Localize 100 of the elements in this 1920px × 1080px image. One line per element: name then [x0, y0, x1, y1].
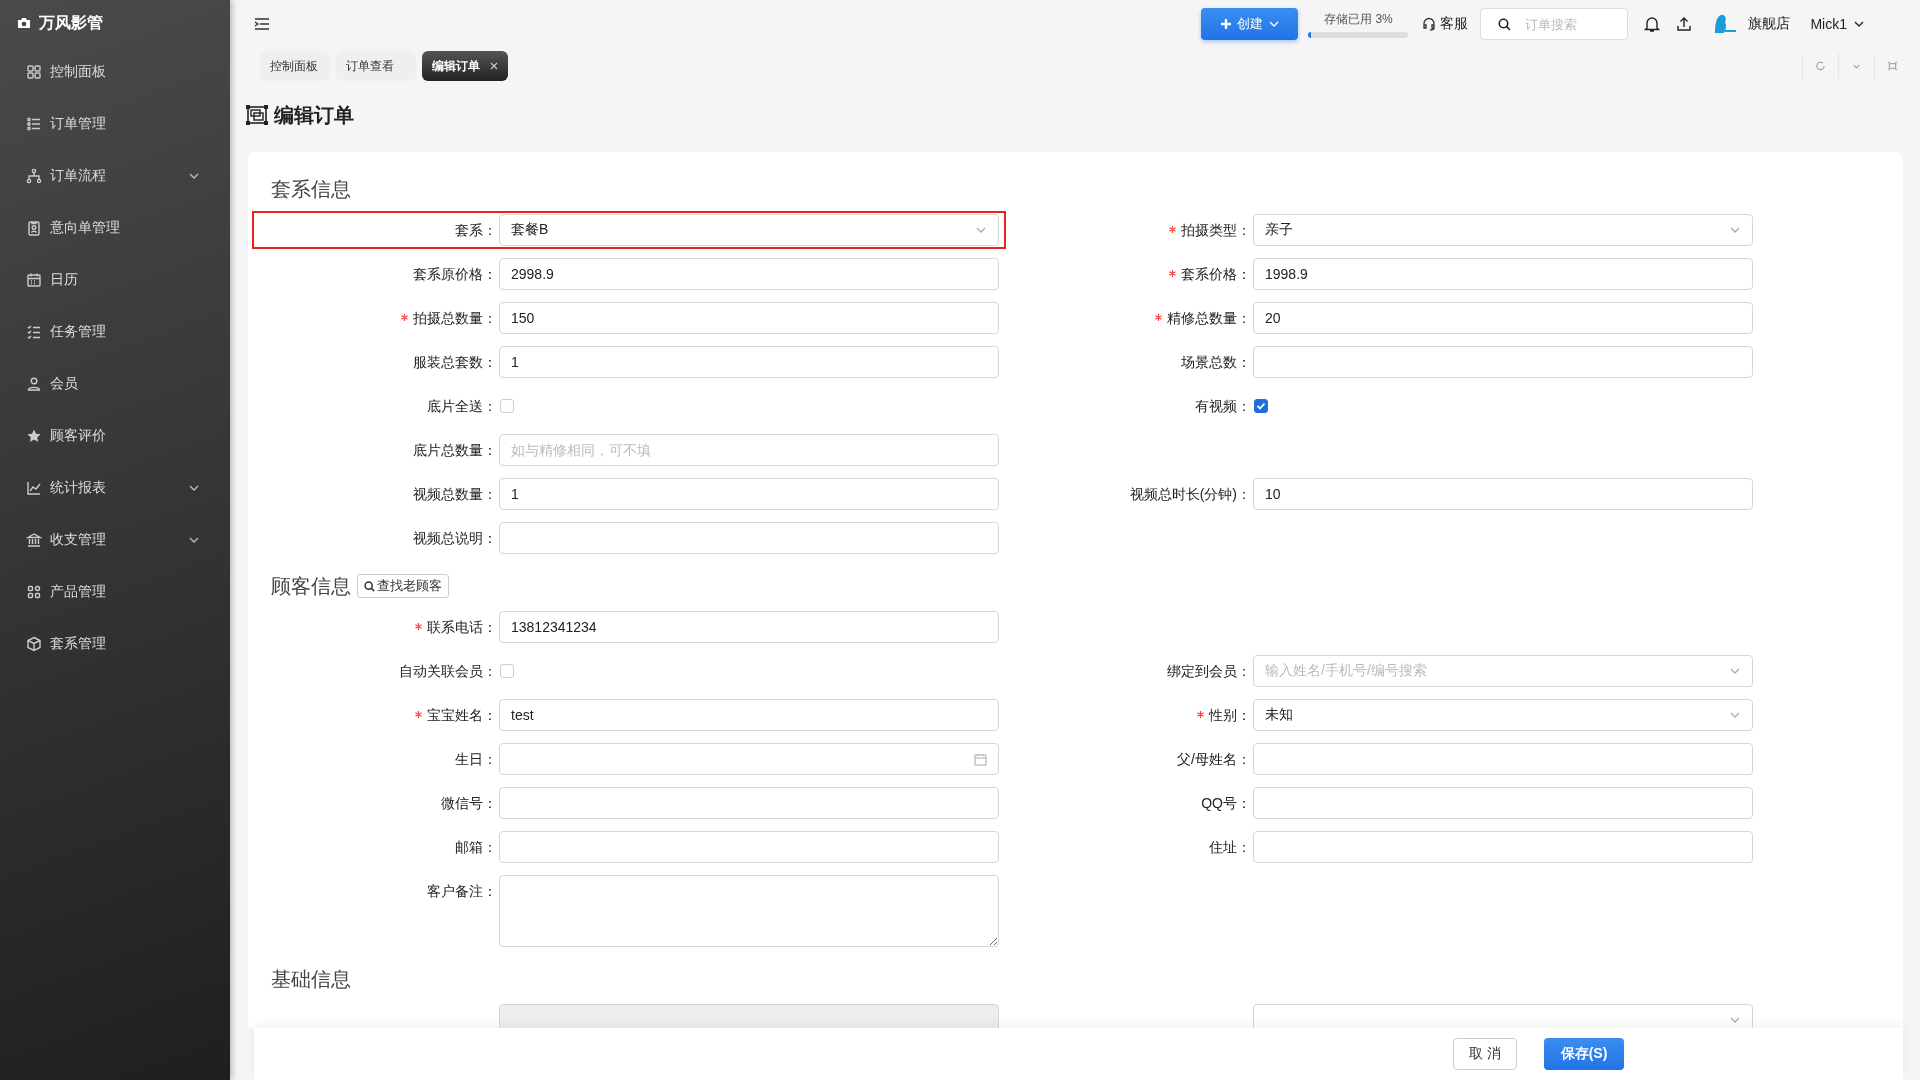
calendar-icon	[974, 752, 987, 766]
text-field[interactable]: 如与精修相同，可不填	[499, 434, 999, 466]
user-menu[interactable]: Mick1	[1810, 16, 1865, 32]
field-label: 父/母姓名：	[1177, 751, 1251, 767]
sidebar-item[interactable]: 意向单管理	[0, 202, 230, 254]
page-title: 编辑订单	[274, 102, 354, 128]
text-area[interactable]	[499, 875, 999, 947]
camera-icon	[17, 17, 31, 29]
text-field[interactable]	[499, 522, 999, 554]
search-icon	[364, 580, 375, 592]
text-field[interactable]	[1253, 831, 1753, 863]
field-label: 套系：	[455, 222, 497, 238]
text-field[interactable]	[499, 787, 999, 819]
frame-icon	[246, 105, 268, 125]
text-field[interactable]: test	[499, 699, 999, 731]
sidebar-item[interactable]: 任务管理	[0, 306, 230, 358]
field-label: 性别：	[1209, 707, 1251, 723]
sidebar-item[interactable]: 产品管理	[0, 566, 230, 618]
checkmark-icon	[1255, 400, 1267, 412]
upload-icon[interactable]	[1676, 16, 1693, 32]
field-label: QQ号：	[1201, 795, 1251, 811]
field-label: 底片全送：	[427, 398, 497, 414]
sidebar-item[interactable]: 订单管理	[0, 98, 230, 150]
section-title: 基础信息	[271, 966, 351, 992]
text-field[interactable]	[1253, 787, 1753, 819]
text-field[interactable]	[499, 831, 999, 863]
sidebar-item[interactable]: 顾客评价	[0, 410, 230, 462]
sidebar-item[interactable]: 订单流程	[0, 150, 230, 202]
field-label: 住址：	[1209, 839, 1251, 855]
sidebar-item[interactable]: 控制面板	[0, 46, 230, 98]
date-field[interactable]	[499, 743, 999, 775]
tab[interactable]: 控制面板	[260, 51, 330, 81]
field-label: 场景总数：	[1181, 354, 1251, 370]
text-field[interactable]: 1	[499, 478, 999, 510]
sidebar-item[interactable]: 日历	[0, 254, 230, 306]
star-icon	[26, 428, 42, 444]
checklist-icon	[26, 324, 42, 340]
store-name: 旗舰店	[1748, 15, 1791, 33]
bell-icon[interactable]	[1644, 15, 1661, 33]
field-label: 绑定到会员：	[1167, 663, 1251, 679]
find-customer-button[interactable]: 查找老顾客	[357, 574, 449, 598]
select-field[interactable]: 未知	[1253, 699, 1753, 731]
menu-icon[interactable]	[254, 17, 270, 31]
grid-icon	[26, 64, 42, 80]
sidebar-item[interactable]: 统计报表	[0, 462, 230, 514]
search-field[interactable]: 订单搜索	[1480, 8, 1629, 40]
text-field[interactable]: 2998.9	[499, 258, 999, 290]
plus-icon	[1219, 18, 1232, 30]
field-label: 微信号：	[441, 795, 497, 811]
sidebar-item[interactable]: 收支管理	[0, 514, 230, 566]
apps-icon	[26, 584, 42, 600]
field-label: 生日：	[455, 751, 497, 767]
text-field[interactable]: 150	[499, 302, 999, 334]
field-label: 套系价格：	[1181, 266, 1251, 282]
app-name: 万风影管	[39, 12, 103, 33]
sidebar-item[interactable]: 套系管理	[0, 618, 230, 670]
field-label: 服装总套数：	[413, 354, 497, 370]
field-label: 视频总时长(分钟)：	[1129, 486, 1251, 502]
text-field[interactable]: 13812341234	[499, 611, 999, 643]
field-label: 联系电话：	[427, 619, 497, 635]
calendar-icon	[26, 272, 42, 288]
logo-icon	[1712, 13, 1739, 35]
service-link[interactable]: 客服	[1422, 15, 1469, 33]
close-icon[interactable]	[490, 62, 498, 70]
field-label: 邮箱：	[455, 839, 497, 855]
section-title: 顾客信息	[271, 573, 351, 599]
field-label: 拍摄总数量：	[413, 310, 497, 326]
text-field[interactable]: 10	[1253, 478, 1753, 510]
select-field[interactable]	[1253, 1004, 1753, 1028]
save-button[interactable]: 保存(S)	[1544, 1038, 1624, 1070]
text-field[interactable]: 20	[1253, 302, 1753, 334]
tab[interactable]: 订单查看	[336, 51, 416, 81]
create-button[interactable]: 创建	[1201, 8, 1299, 40]
field-label: 套系原价格：	[413, 266, 497, 282]
storage-label: 存储已用 3%	[1324, 10, 1393, 28]
select-field[interactable]: 亲子	[1253, 214, 1753, 246]
user-icon	[26, 376, 42, 392]
select-field[interactable]: 套餐B	[499, 214, 999, 246]
cube-icon	[26, 636, 42, 652]
sidebar-item[interactable]: 会员	[0, 358, 230, 410]
text-field[interactable]: 1998.9	[1253, 258, 1753, 290]
field-label: 有视频：	[1195, 398, 1251, 414]
field-label: 客户备注：	[427, 883, 497, 899]
field-label: 宝宝姓名：	[427, 707, 497, 723]
cancel-button[interactable]: 取 消	[1453, 1038, 1517, 1070]
section-title: 套系信息	[271, 176, 351, 202]
chart-icon	[26, 480, 42, 496]
field-label: 拍摄类型：	[1181, 222, 1251, 238]
text-field[interactable]	[1253, 346, 1753, 378]
field-label: 视频总数量：	[413, 486, 497, 502]
field-label: 视频总说明：	[413, 530, 497, 546]
field-label: 底片总数量：	[413, 442, 497, 458]
text-field[interactable]	[1253, 743, 1753, 775]
checkbox[interactable]	[1254, 399, 1268, 413]
tab[interactable]: 编辑订单	[422, 51, 508, 81]
badge-icon	[26, 220, 42, 236]
bank-icon	[26, 532, 42, 548]
search-icon	[1498, 18, 1512, 31]
text-field[interactable]: 1	[499, 346, 999, 378]
field-label: 精修总数量：	[1167, 310, 1251, 326]
